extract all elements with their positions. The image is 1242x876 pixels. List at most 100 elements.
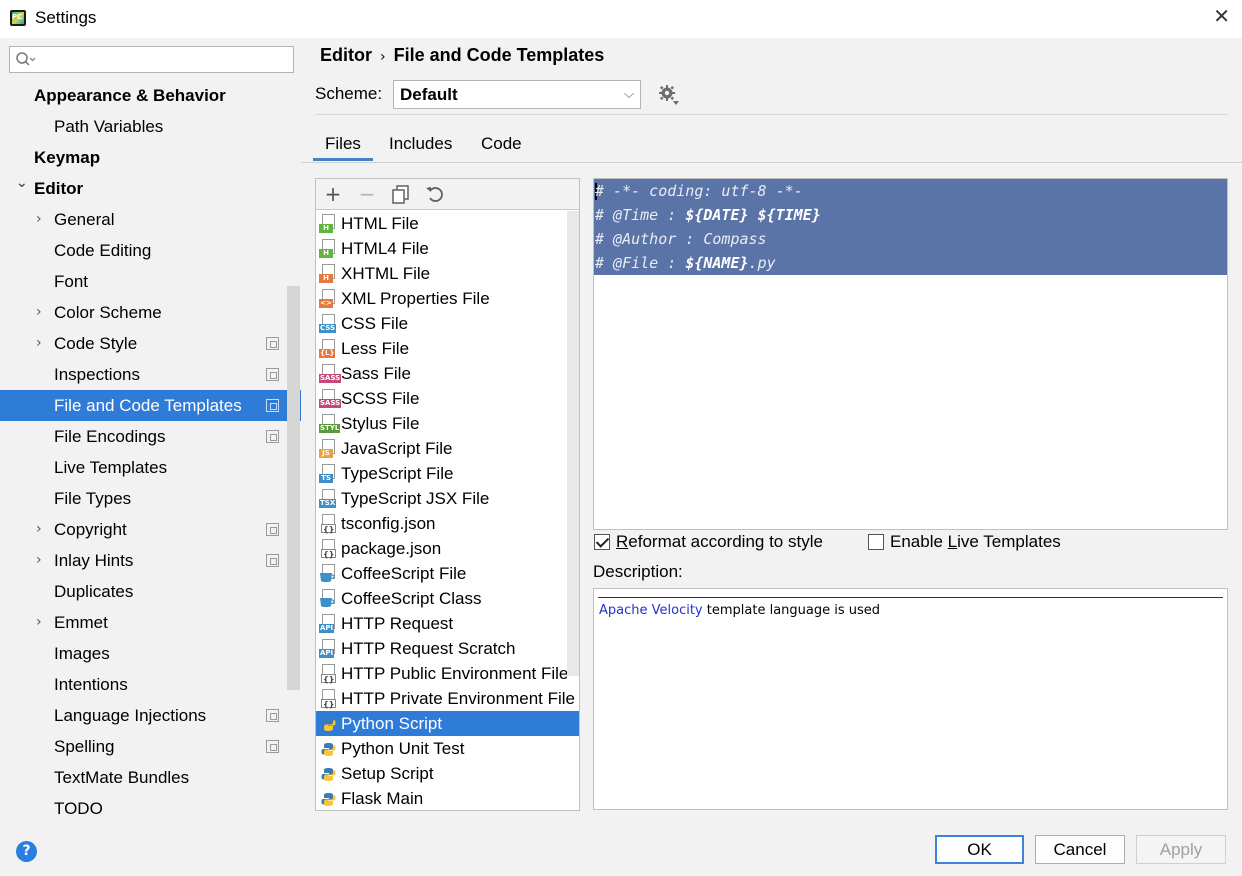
template-item-package-json[interactable]: {} package.json [316,536,579,561]
coffeescript-file-icon [319,589,337,609]
chevron-right-icon[interactable]: › [36,514,50,545]
template-item-setup-script[interactable]: Setup Script [316,761,579,786]
template-item-flask-main[interactable]: Flask Main [316,786,579,811]
template-item-http-private-environment-file[interactable]: {} HTTP Private Environment File [316,686,579,711]
chevron-right-icon[interactable]: › [36,297,50,328]
tab-code[interactable]: Code [481,133,522,161]
sidebar-item-spelling[interactable]: Spelling [0,731,301,762]
help-button[interactable]: ? [16,841,37,862]
chevron-right-icon[interactable]: › [36,545,50,576]
sidebar-item-todo[interactable]: TODO [0,793,301,824]
sidebar-item-label: Code Style [54,334,138,353]
template-item-css-file[interactable]: CSS CSS File [316,311,579,336]
gear-icon[interactable] [658,84,680,106]
template-item-html4-file[interactable]: H HTML4 File [316,236,579,261]
template-item-stylus-file[interactable]: STYL Stylus File [316,411,579,436]
template-item-python-unit-test[interactable]: Python Unit Test [316,736,579,761]
template-item-typescript-jsx-file[interactable]: TSX TypeScript JSX File [316,486,579,511]
template-item-http-public-environment-file[interactable]: {} HTTP Public Environment File [316,661,579,686]
sidebar-item-file-types[interactable]: File Types [0,483,301,514]
add-template-button[interactable]: + [322,183,344,205]
search-field[interactable] [9,46,294,73]
sidebar-item-code-editing[interactable]: Code Editing [0,235,301,266]
live-templates-label[interactable]: Enable Live Templates [890,532,1061,552]
sidebar-item-textmate-bundles[interactable]: TextMate Bundles [0,762,301,793]
chevron-down-icon[interactable]: ⌄ [16,168,30,199]
sidebar-item-label: Inlay Hints [54,551,134,570]
sidebar-item-inlay-hints[interactable]: › Inlay Hints [0,545,301,576]
api-file-icon: API [319,639,337,659]
template-item-label: HTTP Private Environment File [341,689,575,708]
cancel-button[interactable]: Cancel [1035,835,1125,864]
template-item-javascript-file[interactable]: JS JavaScript File [316,436,579,461]
template-item-label: tsconfig.json [341,514,436,533]
template-item-xhtml-file[interactable]: H XHTML File [316,261,579,286]
sidebar-item-language-injections[interactable]: Language Injections [0,700,301,731]
project-scope-icon [266,740,279,753]
chevron-down-icon: ⌵ [624,87,634,102]
template-editor[interactable]: # -*- coding: utf-8 -*- # @Time : ${DATE}… [593,178,1228,530]
sidebar-item-copyright[interactable]: › Copyright [0,514,301,545]
copy-icon[interactable] [390,183,412,205]
sidebar-item-code-style[interactable]: › Code Style [0,328,301,359]
tabs-divider [301,162,1242,163]
sidebar-item-label: Spelling [54,737,115,756]
live-templates-checkbox[interactable] [868,534,884,550]
sidebar-item-color-scheme[interactable]: › Color Scheme [0,297,301,328]
sidebar-item-file-and-code-templates[interactable]: File and Code Templates [0,390,301,421]
template-list-scrollbar[interactable] [567,211,579,676]
chevron-right-icon[interactable]: › [36,204,50,235]
template-item-http-request-scratch[interactable]: API HTTP Request Scratch [316,636,579,661]
description-text: Apache Velocity template language is use… [599,603,880,618]
tab-includes[interactable]: Includes [389,133,452,161]
sass-file-icon: SASS [319,389,342,409]
sidebar-item-keymap[interactable]: Keymap [0,142,301,173]
template-item-coffeescript-class[interactable]: CoffeeScript Class [316,586,579,611]
sidebar-item-general[interactable]: › General [0,204,301,235]
template-item-less-file[interactable]: {L} Less File [316,336,579,361]
sidebar-item-editor[interactable]: ⌄ Editor [0,173,301,204]
apache-velocity-link[interactable]: Apache Velocity [599,603,703,618]
template-item-http-request[interactable]: API HTTP Request [316,611,579,636]
sidebar-item-font[interactable]: Font [0,266,301,297]
scheme-dropdown[interactable]: Default ⌵ [393,80,641,109]
template-item-tsconfig-json[interactable]: {} tsconfig.json [316,511,579,536]
template-item-coffeescript-file[interactable]: CoffeeScript File [316,561,579,586]
code-text: # @File : [595,254,686,272]
sidebar-item-emmet[interactable]: › Emmet [0,607,301,638]
template-item-xml-properties-file[interactable]: <> XML Properties File [316,286,579,311]
template-item-python-script[interactable]: Python Script [316,711,579,736]
search-input[interactable] [40,50,285,70]
sidebar-item-intentions[interactable]: Intentions [0,669,301,700]
sidebar-item-inspections[interactable]: Inspections [0,359,301,390]
sidebar-item-duplicates[interactable]: Duplicates [0,576,301,607]
sidebar-item-live-templates[interactable]: Live Templates [0,452,301,483]
tab-files[interactable]: Files [313,133,373,161]
remove-template-button[interactable]: − [356,183,378,205]
chevron-right-icon[interactable]: › [36,328,50,359]
tsx-file-icon: TSX [319,489,337,509]
template-item-html-file[interactable]: H HTML File [316,211,579,236]
chevron-right-icon[interactable]: › [36,607,50,638]
template-item-typescript-file[interactable]: TS TypeScript File [316,461,579,486]
sidebar-item-label: Keymap [34,148,101,167]
reformat-label[interactable]: Reformat according to style [616,532,823,552]
ok-button[interactable]: OK [935,835,1024,864]
sidebar-item-label: File and Code Templates [54,396,242,415]
sidebar-item-path-variables[interactable]: Path Variables [0,111,301,142]
sidebar-scrollbar[interactable] [287,286,300,690]
template-item-label: CoffeeScript File [341,564,467,583]
template-item-sass-file[interactable]: SASS Sass File [316,361,579,386]
sidebar-item-images[interactable]: Images [0,638,301,669]
close-icon[interactable]: ✕ [1213,4,1230,28]
reformat-mnemonic: R [616,532,629,551]
apply-button[interactable]: Apply [1136,835,1226,864]
template-item-label: Python Unit Test [341,739,465,758]
reset-icon[interactable] [424,183,446,205]
sidebar-item-appearance-behavior[interactable]: Appearance & Behavior [0,80,301,111]
template-item-scss-file[interactable]: SASS SCSS File [316,386,579,411]
title-bar: Settings ✕ [0,0,1242,38]
json-file-icon: {} [319,539,337,559]
reformat-checkbox[interactable] [594,534,610,550]
sidebar-item-file-encodings[interactable]: File Encodings [0,421,301,452]
